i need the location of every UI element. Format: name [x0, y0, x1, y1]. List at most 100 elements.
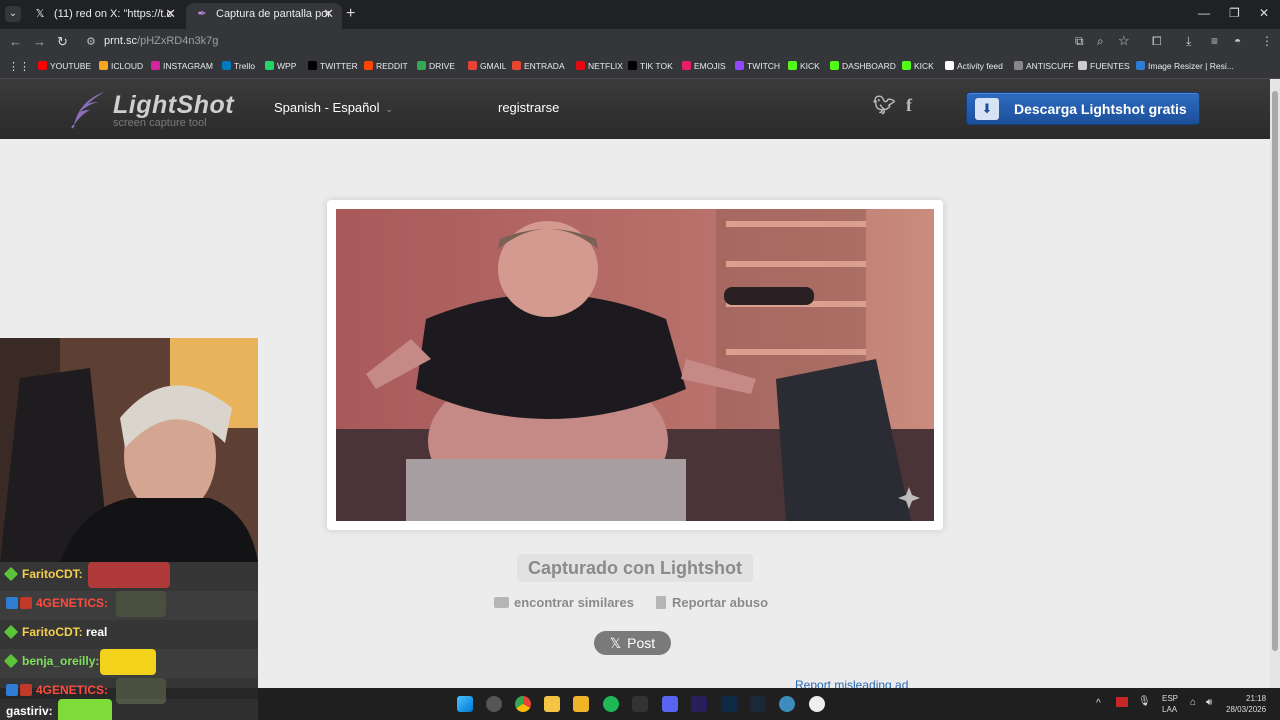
chat-username[interactable]: FaritoCDT: — [22, 624, 83, 640]
input-language[interactable]: ESP LAA — [1162, 694, 1178, 714]
tray-overflow-icon[interactable]: ^ — [1096, 698, 1101, 709]
logo-subtitle: screen capture tool — [113, 117, 207, 129]
premiere-icon[interactable] — [691, 696, 707, 712]
start-icon[interactable] — [457, 696, 473, 712]
bookmark-label: KICK — [914, 61, 934, 71]
report-abuse-link[interactable]: Reportar abuso — [656, 595, 768, 610]
bookmark-label: ENTRADA — [524, 61, 565, 71]
browser-menu-icon[interactable]: ⋮ — [1261, 34, 1273, 48]
logo-title[interactable]: LightShot — [113, 91, 234, 120]
download-lightshot-button[interactable]: ⬇ Descarga Lightshot gratis — [966, 92, 1200, 125]
zoom-icon[interactable]: ⌕ — [1097, 34, 1104, 49]
bookmark-star-icon[interactable]: ☆ — [1118, 33, 1130, 49]
bookmark-item[interactable]: FUENTES — [1078, 61, 1130, 75]
bookmark-item[interactable]: DRIVE — [417, 61, 455, 75]
bookmark-item[interactable]: ENTRADA — [512, 61, 565, 75]
spotify-icon[interactable] — [603, 696, 619, 712]
chat-text: real — [86, 625, 108, 639]
chat-username[interactable]: benja_oreilly: — [22, 653, 99, 669]
chat-username[interactable]: 4GENETICS: — [36, 682, 108, 698]
captured-with-lightshot[interactable]: Capturado con Lightshot — [517, 554, 753, 582]
restore-icon[interactable]: ❐ — [1229, 6, 1240, 20]
tab-x[interactable]: 𝕏 (11) red on X: "https://t.co/s6g ✕ — [24, 3, 184, 29]
steam-icon[interactable] — [750, 696, 766, 712]
bookmark-favicon-icon — [364, 61, 373, 70]
network-icon[interactable]: ⌂ — [1190, 697, 1196, 708]
trash-icon — [656, 596, 666, 609]
reload-icon[interactable]: ↻ — [57, 34, 68, 50]
bookmark-item[interactable]: EMOJIS — [682, 61, 726, 75]
chat-message: FaritoCDT: real — [0, 620, 258, 649]
apps-grid-icon[interactable]: ⋮⋮ — [8, 60, 30, 73]
page-scrollbar[interactable] — [1270, 79, 1280, 688]
tray-app-icon[interactable] — [1116, 697, 1128, 707]
sticky-notes-icon[interactable] — [544, 696, 560, 712]
discord-icon[interactable] — [662, 696, 678, 712]
x-icon: 𝕏 — [35, 8, 45, 20]
x-icon: 𝕏 — [609, 635, 622, 651]
back-icon[interactable]: ← — [9, 34, 22, 49]
bookmark-favicon-icon — [945, 61, 954, 70]
verified-badge-icon — [3, 653, 19, 669]
bookmark-item[interactable]: INSTAGRAM — [151, 61, 213, 75]
bookmark-item[interactable]: TWITCH — [735, 61, 780, 75]
bookmark-item[interactable]: Trello — [222, 61, 255, 75]
obs-icon[interactable] — [632, 696, 648, 712]
address-bar[interactable]: ⚙ prnt.sc/pHZxRD4n3k7g ⧉ ⌕ ☆ — [80, 31, 1144, 53]
x-post-button[interactable]: 𝕏 Post — [594, 631, 671, 655]
bookmark-item[interactable]: TWITTER — [308, 61, 358, 75]
ccleaner-icon[interactable] — [779, 696, 795, 712]
bookmark-item[interactable]: KICK — [788, 61, 820, 75]
find-similar-link[interactable]: encontrar similares — [494, 595, 634, 610]
close-window-icon[interactable]: ✕ — [1259, 6, 1269, 20]
profile-avatar-icon[interactable]: ◓ — [1234, 34, 1241, 48]
chat-username[interactable]: gastiriv: — [6, 703, 53, 719]
chat-username[interactable]: FaritoCDT: — [22, 566, 83, 582]
close-tab-icon[interactable]: ✕ — [323, 3, 334, 25]
bookmark-item[interactable]: TIK TOK — [628, 61, 673, 75]
lightshot-feather-icon[interactable] — [68, 89, 108, 129]
file-explorer-icon[interactable] — [573, 696, 589, 712]
bookmark-favicon-icon — [308, 61, 317, 70]
close-tab-icon[interactable]: ✕ — [165, 3, 176, 25]
copilot-icon[interactable] — [486, 696, 502, 712]
site-info-icon[interactable]: ⚙ — [86, 35, 96, 48]
bookmark-item[interactable]: Image Resizer | Resi... — [1136, 61, 1234, 75]
photoshop-icon[interactable] — [721, 696, 737, 712]
extensions-icon[interactable]: ⧠ — [1152, 34, 1162, 49]
install-app-icon[interactable]: ⧉ — [1075, 34, 1084, 49]
chrome-icon[interactable] — [515, 696, 531, 712]
language-selector[interactable]: Spanish - Español ⌄ — [274, 100, 393, 115]
bookmark-item[interactable]: YOUTUBE — [38, 61, 91, 75]
media-control-icon[interactable]: ≡ — [1211, 34, 1218, 48]
microphone-icon[interactable]: 🎙︎ — [1138, 696, 1151, 707]
volume-icon[interactable]: 🔊︎ — [1206, 697, 1212, 708]
bookmark-item[interactable]: KICK — [902, 61, 934, 75]
bookmark-item[interactable]: Activity feed — [945, 61, 1003, 75]
media-player-icon[interactable] — [809, 696, 825, 712]
chat-username[interactable]: 4GENETICS: — [36, 595, 108, 611]
download-icon[interactable]: ⤓ — [1186, 34, 1191, 49]
bookmark-item[interactable]: ANTISCUFF — [1014, 61, 1074, 75]
bookmark-item[interactable]: REDDIT — [364, 61, 408, 75]
report-misleading-ad-link[interactable]: Report misleading ad — [795, 678, 908, 688]
register-link[interactable]: registrarse — [498, 100, 559, 115]
bookmark-item[interactable]: DASHBOARD — [830, 61, 896, 75]
bookmark-item[interactable]: NETFLIX — [576, 61, 623, 75]
twitter-icon[interactable]: 🐦︎ — [873, 95, 896, 116]
bookmark-item[interactable]: GMAIL — [468, 61, 506, 75]
bookmark-item[interactable]: ICLOUD — [99, 61, 143, 75]
tab-search-menu-icon[interactable]: ⌄ — [5, 6, 21, 22]
clock[interactable]: 21:18 28/03/2026 — [1226, 694, 1266, 714]
screenshot-image[interactable] — [336, 209, 934, 521]
minimize-icon[interactable]: — — [1198, 6, 1210, 20]
bookmark-favicon-icon — [830, 61, 839, 70]
chat-message: benja_oreilly: — [0, 649, 258, 678]
new-tab-icon[interactable]: + — [346, 5, 355, 23]
bookmark-favicon-icon — [628, 61, 637, 70]
forward-icon[interactable]: → — [33, 34, 46, 49]
bookmark-item[interactable]: WPP — [265, 61, 296, 75]
tab-lightshot[interactable]: ✒ Captura de pantalla por Lightsh ✕ — [186, 3, 342, 29]
facebook-icon[interactable]: f — [906, 95, 912, 116]
scrollbar-thumb[interactable] — [1272, 91, 1278, 651]
